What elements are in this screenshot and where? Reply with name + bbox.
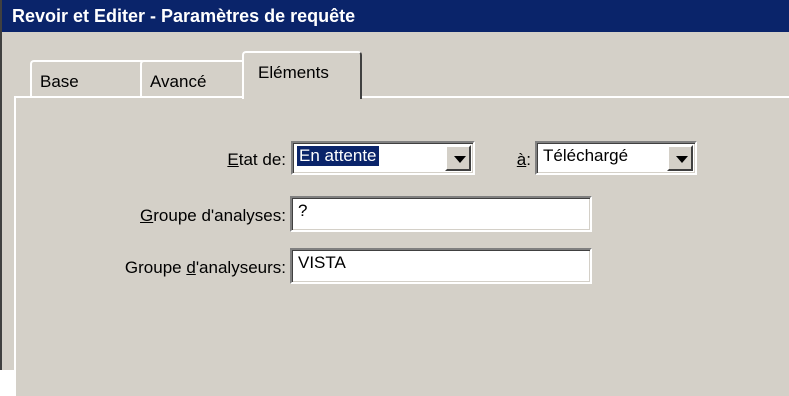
- tab-avance[interactable]: Avancé: [140, 60, 248, 98]
- tab-base[interactable]: Base: [30, 60, 146, 98]
- groupe-analyses-value: ?: [298, 201, 308, 220]
- etat-de-label: Etat de:: [227, 150, 286, 169]
- window-title: Revoir et Editer - Paramètres de requête: [2, 0, 789, 32]
- tab-elements-label: Eléments: [258, 63, 329, 82]
- tab-elements[interactable]: Eléments: [242, 51, 362, 101]
- chevron-down-icon[interactable]: [445, 145, 471, 171]
- etat-de-select[interactable]: En attente: [291, 141, 475, 175]
- chevron-down-icon[interactable]: [667, 145, 693, 171]
- groupe-analyseurs-input[interactable]: VISTA: [290, 248, 592, 284]
- tab-avance-label: Avancé: [150, 72, 207, 91]
- dialog-window: Revoir et Editer - Paramètres de requête…: [0, 0, 789, 396]
- groupe-analyseurs-value: VISTA: [298, 253, 346, 272]
- a-select[interactable]: Téléchargé: [535, 141, 697, 175]
- a-value: Téléchargé: [543, 146, 629, 165]
- tab-base-label: Base: [40, 72, 79, 91]
- a-label: à:: [516, 150, 531, 169]
- groupe-analyses-input[interactable]: ?: [290, 196, 592, 232]
- groupe-analyseurs-label: Groupe d'analyseurs:: [124, 258, 286, 277]
- groupe-analyses-label: Groupe d'analyses:: [140, 206, 286, 225]
- etat-de-value: En attente: [296, 145, 380, 167]
